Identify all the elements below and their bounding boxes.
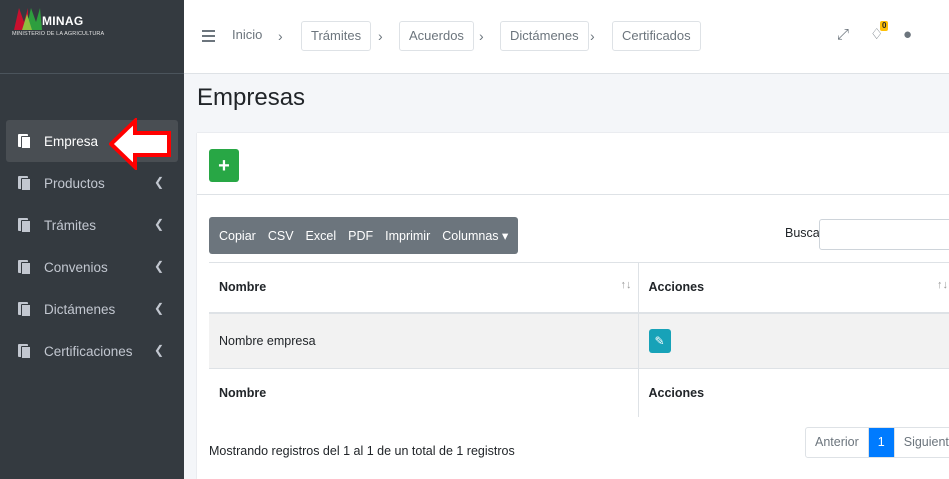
file-copy-icon [18, 301, 32, 317]
sort-icon: ↑↓ [937, 279, 948, 291]
edit-pencil-icon[interactable]: ✎ [648, 328, 671, 353]
breadcrumb-acuerdos[interactable]: Acuerdos [399, 21, 474, 51]
breadcrumb-tramites[interactable]: Trámites [301, 21, 372, 51]
prev-page-button[interactable]: Anterior [806, 428, 868, 457]
notification-badge: 0 [880, 21, 889, 31]
add-button[interactable]: + [209, 149, 239, 182]
sidebar-item-label: Trámites [44, 217, 97, 233]
breadcrumb-certificados[interactable]: Certificados [612, 21, 701, 51]
copy-button[interactable]: Copiar [213, 229, 262, 243]
footer-nombre: Nombre [209, 368, 639, 417]
card-header: + [197, 133, 949, 195]
sidebar-item-tramites[interactable]: Trámites ❮ [6, 204, 178, 246]
sidebar-item-label: Certificaciones [44, 343, 133, 359]
chevron-left-icon: ❮ [153, 301, 164, 315]
file-copy-icon [18, 175, 32, 191]
sort-icon: ↑↓ [620, 279, 632, 291]
table-row: Nombre empresa ✎ [209, 312, 949, 369]
sidebar-item-label: Productos [44, 175, 105, 191]
cell-nombre: Nombre empresa [209, 312, 639, 369]
brand[interactable]: MINAG MINISTERIO DE LA AGRICULTURA [0, 0, 184, 74]
brand-name: MINAG [42, 14, 84, 28]
brand-subtitle: MINISTERIO DE LA AGRICULTURA [12, 31, 105, 37]
chevron-right-icon: › [479, 28, 484, 44]
breadcrumb-dictamenes[interactable]: Dictámenes [500, 21, 589, 51]
print-button[interactable]: Imprimir [379, 229, 436, 243]
chevron-right-icon: › [590, 28, 595, 44]
data-table: Nombre ↑↓ Acciones ↑↓ Nombre empresa ✎ N… [209, 262, 949, 417]
fullscreen-icon[interactable]: ⤢ [837, 26, 849, 44]
csv-button[interactable]: CSV [262, 229, 300, 243]
file-copy-icon [18, 343, 32, 359]
chevron-left-icon: ❮ [153, 175, 164, 189]
file-copy-icon [18, 259, 32, 275]
breadcrumb-home[interactable]: Inicio [232, 21, 262, 51]
sidebar-item-label: Convenios [44, 259, 108, 275]
footer-acciones: Acciones [638, 368, 949, 417]
chevron-left-icon: ❮ [153, 217, 164, 231]
columns-button[interactable]: Columnas ▾ [436, 228, 514, 243]
table-info: Mostrando registros del 1 al 1 de un tot… [209, 444, 515, 458]
chevron-left-icon: ❮ [153, 343, 164, 357]
file-copy-icon [18, 133, 32, 149]
cell-acciones: ✎ [638, 312, 949, 369]
column-header-label: Nombre [219, 280, 267, 295]
chevron-right-icon: › [278, 28, 283, 44]
sidebar-item-certificaciones[interactable]: Certificaciones ❮ [6, 330, 178, 372]
sidebar-item-convenios[interactable]: Convenios ❮ [6, 246, 178, 288]
minag-logo-icon [14, 8, 42, 30]
chevron-left-icon: ❮ [153, 259, 164, 273]
column-header-nombre[interactable]: Nombre ↑↓ [209, 262, 639, 314]
column-header-label: Acciones [648, 280, 705, 295]
column-header-acciones[interactable]: Acciones ↑↓ [638, 262, 949, 314]
sidebar-item-label: Empresa [44, 133, 99, 149]
annotation-arrow-icon [109, 118, 171, 170]
file-copy-icon [18, 217, 32, 233]
content-card: + Copiar CSV Excel PDF Imprimir Columnas… [197, 133, 949, 479]
topbar: Inicio › Trámites › Acuerdos › Dictámene… [184, 0, 949, 74]
pagination: Anterior 1 Siguiente [805, 427, 949, 458]
export-buttons: Copiar CSV Excel PDF Imprimir Columnas ▾ [209, 217, 519, 254]
page-1-button[interactable]: 1 [867, 428, 894, 457]
sidebar-item-label: Dictámenes [44, 301, 116, 317]
next-page-button[interactable]: Siguiente [893, 428, 949, 457]
excel-button[interactable]: Excel [300, 229, 343, 243]
bell-icon[interactable]: ♢ 0 [870, 21, 889, 44]
chevron-right-icon: › [378, 28, 383, 44]
search-input[interactable] [819, 219, 949, 250]
hamburger-menu-icon[interactable] [202, 30, 215, 42]
page-title: Empresas [197, 84, 306, 111]
user-icon[interactable]: ● [903, 26, 912, 44]
sidebar-item-dictamenes[interactable]: Dictámenes ❮ [6, 288, 178, 330]
pdf-button[interactable]: PDF [342, 229, 379, 243]
sidebar: MINAG MINISTERIO DE LA AGRICULTURA Empre… [0, 0, 184, 479]
